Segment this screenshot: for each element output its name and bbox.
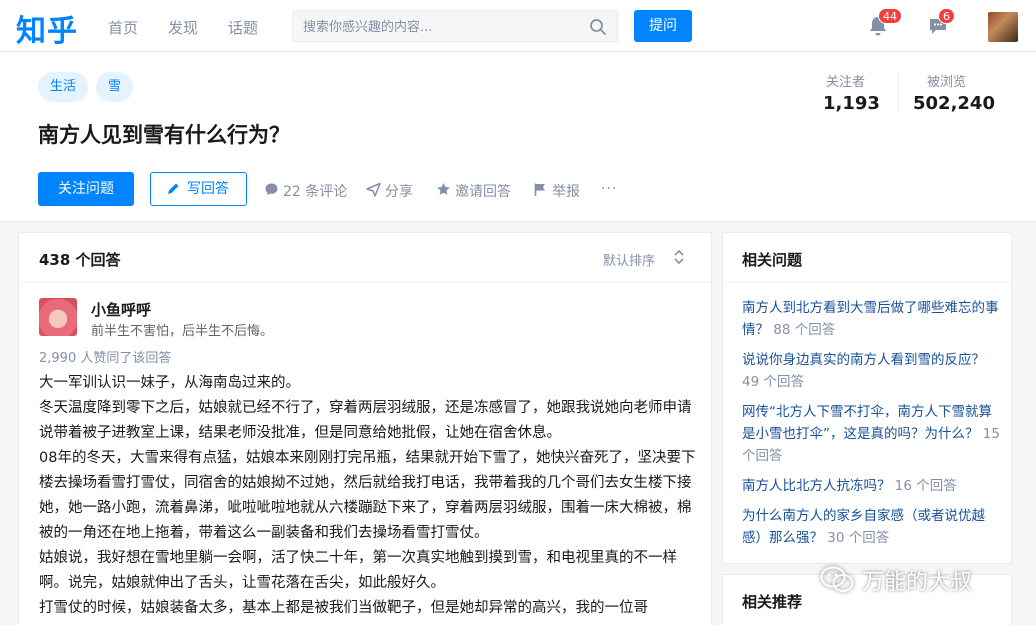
answer-content: 大一军训认识一妹子，从海南岛过来的。 冬天温度降到零下之后，姑娘就已经不行了，穿… (39, 371, 699, 621)
follow-question-button[interactable]: 关注问题 (38, 172, 134, 206)
question-title: 南方人见到雪有什么行为？ (38, 123, 290, 147)
recommend-title: 相关推荐 (742, 593, 803, 611)
more-options-button[interactable]: ··· (601, 181, 617, 197)
topic-tag-snow[interactable]: 雪 (96, 72, 134, 102)
star-icon (437, 183, 450, 195)
answers-header: 438 个回答 默认排序 (19, 233, 711, 283)
messages-badge: 6 (938, 8, 955, 24)
nav-link-topics[interactable]: 话题 (228, 17, 258, 38)
author-name[interactable]: 小鱼呼呼 (91, 299, 151, 320)
views-label: 被浏览 (927, 75, 967, 90)
author-bio: 前半生不害怕，后半生不后悔。 (91, 324, 274, 339)
author-avatar[interactable] (39, 298, 77, 336)
related-answer-count: 49 个回答 (742, 374, 804, 390)
related-question-link[interactable]: 说说你身边真实的南方人看到雪的反应？ (742, 352, 985, 368)
sort-dropdown[interactable]: 默认排序 (603, 250, 655, 269)
related-question-item[interactable]: 为什么南方人的家乡自家感（或者说优越感）那么强？ 30 个回答 (742, 505, 1000, 549)
related-question-item[interactable]: 南方人比北方人抗冻吗？ 16 个回答 (742, 475, 1000, 497)
answer-paragraph: 大一军训认识一妹子，从海南岛过来的。 (39, 375, 300, 391)
related-question-item[interactable]: 网传“北方人下雪不打伞，南方人下雪就算是小雪也打伞”，这是真的吗？为什么？ 15… (742, 401, 1000, 467)
answers-count: 438 个回答 (39, 251, 121, 269)
notifications-badge: 44 (878, 8, 902, 24)
report-label: 举报 (552, 184, 580, 200)
answer-paragraph: 冬天温度降到零下之后，姑娘就已经不行了，穿着两层羽绒服，还是冻感冒了，她跟我说她… (39, 400, 692, 441)
sort-toggle-icon[interactable] (673, 248, 685, 266)
related-question-link[interactable]: 网传“北方人下雪不打伞，南方人下雪就算是小雪也打伞”，这是真的吗？为什么？ (742, 404, 992, 442)
vote-count: 2,990 人赞同了该回答 (39, 351, 172, 366)
write-answer-label: 写回答 (187, 181, 229, 197)
related-header: 相关问题 (723, 233, 1011, 283)
ask-button[interactable]: 提问 (634, 10, 692, 42)
stats-divider (898, 71, 899, 113)
write-answer-button[interactable]: 写回答 (150, 172, 247, 206)
related-list: 南方人到北方看到大雪后做了哪些难忘的事情？ 88 个回答 说说你身边真实的南方人… (742, 297, 1000, 557)
comments-label: 22 条评论 (283, 184, 348, 200)
views-count: 502,240 (913, 93, 995, 114)
pencil-icon (168, 183, 179, 194)
nav-link-home[interactable]: 首页 (108, 17, 138, 38)
invite-label: 邀请回答 (455, 184, 511, 200)
answers-card: 438 个回答 默认排序 小鱼呼呼 前半生不害怕，后半生不后悔。 2,990 人… (18, 232, 712, 625)
wechat-watermark: 万能的大叔 (820, 560, 972, 600)
followers-count[interactable]: 1,193 (823, 93, 880, 114)
related-answer-count: 88 个回答 (773, 322, 836, 338)
related-questions-card: 相关问题 南方人到北方看到大雪后做了哪些难忘的事情？ 88 个回答 说说你身边真… (722, 232, 1012, 564)
answer-paragraph: 姑娘说，我好想在雪地里躺一会啊，活了快二十年，第一次真实地触到摸到雪，和电视里真… (39, 550, 677, 591)
top-navbar: 知乎 首页 发现 话题 提问 44 6 (0, 0, 1036, 52)
related-question-link[interactable]: 南方人比北方人抗冻吗？ (742, 478, 891, 494)
user-avatar[interactable] (988, 12, 1018, 42)
related-answer-count: 16 个回答 (894, 478, 957, 494)
watermark-text: 万能的大叔 (862, 570, 973, 595)
related-question-item[interactable]: 南方人到北方看到大雪后做了哪些难忘的事情？ 88 个回答 (742, 297, 1000, 341)
related-title: 相关问题 (742, 251, 803, 269)
share-label: 分享 (385, 184, 413, 200)
topic-tag-life[interactable]: 生活 (38, 72, 89, 102)
question-header: 生活 雪 南方人见到雪有什么行为？ 关注者 1,193 被浏览 502,240 … (0, 53, 1036, 222)
search-input[interactable] (303, 17, 583, 37)
related-answer-count: 30 个回答 (827, 530, 890, 546)
related-question-item[interactable]: 说说你身边真实的南方人看到雪的反应？ 49 个回答 (742, 349, 1000, 393)
search-icon[interactable] (589, 18, 607, 36)
share-icon (366, 182, 381, 197)
comment-icon (265, 183, 278, 195)
answer-paragraph: 打雪仗的时候，姑娘装备太多，基本上都是被我们当做靶子，但是她却异常的高兴，我的一… (39, 600, 648, 616)
answer-paragraph: 08年的冬天，大雪来得有点猛，姑娘本来刚刚打完吊瓶，结果就开始下雪了，她快兴奋死… (39, 450, 696, 541)
wechat-icon (820, 566, 854, 592)
zhihu-logo[interactable]: 知乎 (16, 6, 78, 50)
followers-label: 关注者 (826, 75, 866, 90)
nav-link-explore[interactable]: 发现 (168, 17, 198, 38)
flag-icon (534, 183, 545, 196)
search-box (292, 10, 618, 42)
